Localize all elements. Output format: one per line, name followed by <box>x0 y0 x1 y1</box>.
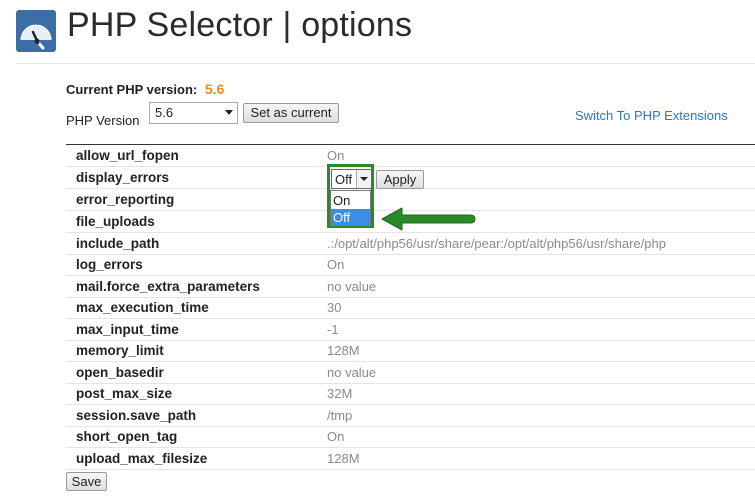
current-version: Current PHP version: 5.6 <box>66 81 224 97</box>
set-as-current-button[interactable]: Set as current <box>243 103 339 123</box>
php-selector-page: PHP PHP Selector | options Current PHP v… <box>0 0 755 497</box>
option-name: allow_url_fopen <box>76 148 179 163</box>
option-row-log-errors: log_errors On <box>66 254 755 276</box>
switch-to-extensions-link[interactable]: Switch To PHP Extensions <box>575 108 728 123</box>
option-name: file_uploads <box>76 214 155 229</box>
apply-button[interactable]: Apply <box>376 170 424 189</box>
save-button[interactable]: Save <box>66 472 107 491</box>
php-version-label: PHP Version <box>66 113 140 128</box>
option-row-post-max-size: post_max_size 32M <box>66 383 755 405</box>
option-name: post_max_size <box>76 386 173 401</box>
chevron-down-icon <box>225 110 233 115</box>
option-value: 32M <box>327 386 353 401</box>
option-row-allow-url-fopen: allow_url_fopen On <box>66 145 755 167</box>
option-value: .:/opt/alt/php56/usr/share/pear:/opt/alt… <box>327 236 666 251</box>
option-value: 128M <box>327 451 360 466</box>
option-value: /tmp <box>327 408 353 423</box>
option-value: 128M <box>327 343 360 358</box>
option-row-session-save-path: session.save_path /tmp <box>66 405 755 427</box>
display-errors-select-value: Off <box>335 172 353 187</box>
display-errors-dropdown-toggle[interactable] <box>356 170 371 188</box>
option-name: error_reporting <box>76 192 175 207</box>
option-name: session.save_path <box>76 408 197 423</box>
header-divider <box>16 63 755 64</box>
option-value: On <box>327 257 345 272</box>
display-errors-option-on[interactable]: On <box>331 192 370 209</box>
option-name: mail.force_extra_parameters <box>76 279 260 294</box>
display-errors-option-off[interactable]: Off <box>331 209 370 226</box>
page-title: PHP Selector | options <box>67 6 413 44</box>
current-version-label: Current PHP version: <box>66 82 198 97</box>
option-name: upload_max_filesize <box>76 451 208 466</box>
arrow-left-icon <box>378 206 478 234</box>
option-value: -1 <box>327 322 339 337</box>
option-value: no value <box>327 365 377 380</box>
option-row-memory-limit: memory_limit 128M <box>66 340 755 362</box>
option-value: On <box>327 148 345 163</box>
option-row-open-basedir: open_basedir no value <box>66 362 755 384</box>
option-value: no value <box>327 279 377 294</box>
php-gauge-logo-icon: PHP <box>16 10 56 52</box>
option-name: include_path <box>76 236 160 251</box>
current-version-value: 5.6 <box>204 81 225 97</box>
display-errors-options-list: On Off <box>330 190 371 226</box>
option-name: max_input_time <box>76 322 179 337</box>
option-name: short_open_tag <box>76 429 178 444</box>
option-name: display_errors <box>76 170 170 185</box>
chevron-down-icon <box>360 177 368 181</box>
php-version-select-value: 5.6 <box>155 105 174 120</box>
option-value: 30 <box>327 300 342 315</box>
option-name: memory_limit <box>76 343 164 358</box>
option-name: open_basedir <box>76 365 164 380</box>
option-row-include-path: include_path .:/opt/alt/php56/usr/share/… <box>66 233 755 255</box>
display-errors-select[interactable]: Off <box>331 169 372 189</box>
svg-text:PHP: PHP <box>28 19 44 27</box>
option-name: max_execution_time <box>76 300 209 315</box>
option-row-mail-force-extra-parameters: mail.force_extra_parameters no value <box>66 276 755 298</box>
option-row-short-open-tag: short_open_tag On <box>66 426 755 448</box>
option-row-upload-max-filesize: upload_max_filesize 128M <box>66 448 755 470</box>
option-value: On <box>327 429 345 444</box>
option-row-max-execution-time: max_execution_time 30 <box>66 297 755 319</box>
option-row-max-input-time: max_input_time -1 <box>66 319 755 341</box>
option-name: log_errors <box>76 257 143 272</box>
php-version-select[interactable]: 5.6 <box>149 102 238 124</box>
